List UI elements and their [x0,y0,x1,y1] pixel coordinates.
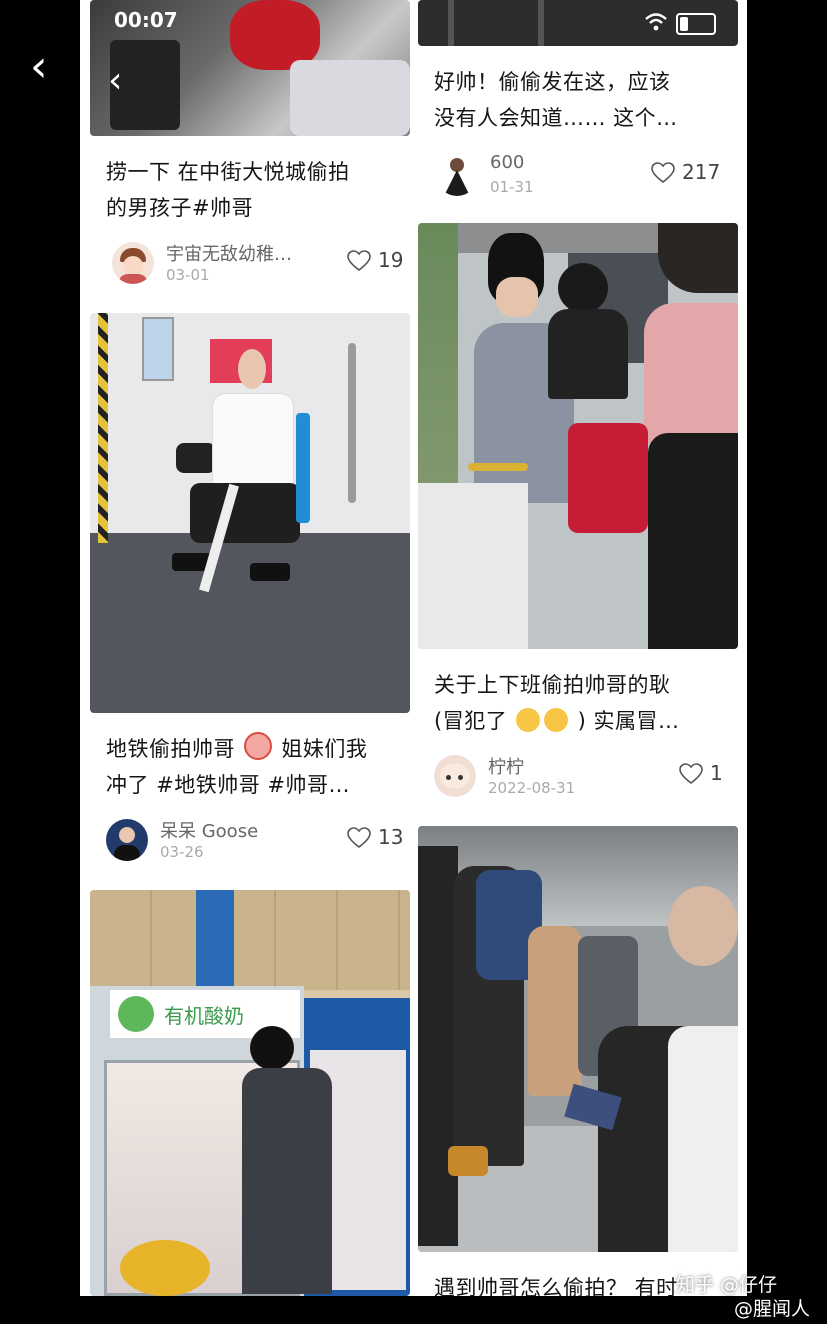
post-image: 00:07 ‹ [90,0,410,136]
post-date: 2022-08-31 [488,779,576,797]
heart-outline-icon [651,162,675,184]
like-count: 1 [710,761,723,785]
avatar[interactable] [112,242,154,284]
back-button[interactable]: ‹ [30,42,70,92]
emoji-icon [544,708,569,732]
battery-icon [676,13,716,35]
feed-screen: 00:07 ‹ 捞一下 在中街大悦城偷拍 的男孩子#帅哥 宇宙无敌幼稚… 03-… [80,0,747,1296]
author-row: 宇宙无敌幼稚… 03-01 19 [112,240,404,284]
author-name[interactable]: 600 [490,152,524,173]
author-row: 600 01-31 217 [436,152,732,196]
status-time: 00:07 [114,8,178,32]
post-date: 03-01 [166,266,210,284]
heart-outline-icon [347,250,371,272]
post-title: 好帅！偷偷发在这，应该 没有人会知道…… 这个… [434,70,678,130]
wifi-icon [645,13,667,31]
author-name[interactable]: 宇宙无敌幼稚… [166,240,292,266]
shop-sign: 有机酸奶 [164,1004,244,1028]
avatar[interactable] [434,755,476,797]
avatar[interactable] [436,154,478,196]
post-card[interactable]: 00:07 ‹ 捞一下 在中街大悦城偷拍 的男孩子#帅哥 宇宙无敌幼稚… 03-… [90,0,410,300]
post-date: 03-26 [160,843,204,861]
like-count: 217 [682,160,721,184]
heart-outline-icon [679,763,703,785]
chevron-left-icon: ‹ [30,41,48,92]
like-count: 13 [378,825,404,849]
post-image [418,223,738,649]
post-card[interactable]: 有机酸奶 [90,890,410,1296]
zhihu-watermark: 知乎 @仔仔 [676,1274,778,1296]
emoji-icon [244,732,273,760]
emoji-icon [516,708,541,732]
author-row: 呆呆 Goose 03-26 13 [106,817,404,861]
heart-outline-icon [347,827,371,849]
post-image [418,0,738,46]
post-title: 关于上下班偷拍帅哥的耿 (冒犯了 ) 实属冒… [434,673,680,733]
author-name[interactable]: 呆呆 Goose [160,817,258,843]
post-card[interactable]: 遇到帅哥怎么偷拍？ 有时 [418,826,738,1296]
post-image: 有机酸奶 [90,890,410,1296]
post-title: 捞一下 在中街大悦城偷拍 的男孩子#帅哥 [106,160,350,220]
post-title: 地铁偷拍帅哥 姐妹们我 冲了 #地铁帅哥 #帅哥… [106,731,406,803]
weibo-watermark: @腥闻人 [734,1298,811,1320]
post-card[interactable]: 地铁偷拍帅哥 姐妹们我 冲了 #地铁帅哥 #帅哥… 呆呆 Goose 03-26… [90,313,410,873]
like-count: 19 [378,248,404,272]
post-image [418,826,738,1252]
post-card[interactable]: 关于上下班偷拍帅哥的耿 (冒犯了 ) 实属冒… 柠柠 2022-08-31 1 [418,223,738,813]
post-image [90,313,410,713]
chevron-left-icon: ‹ [108,60,123,101]
post-card[interactable]: 好帅！偷偷发在这，应该 没有人会知道…… 这个… 600 01-31 217 [418,0,738,212]
post-date: 01-31 [490,178,534,196]
author-row: 柠柠 2022-08-31 1 [434,753,730,797]
avatar[interactable] [106,819,148,861]
author-name[interactable]: 柠柠 [488,753,524,779]
